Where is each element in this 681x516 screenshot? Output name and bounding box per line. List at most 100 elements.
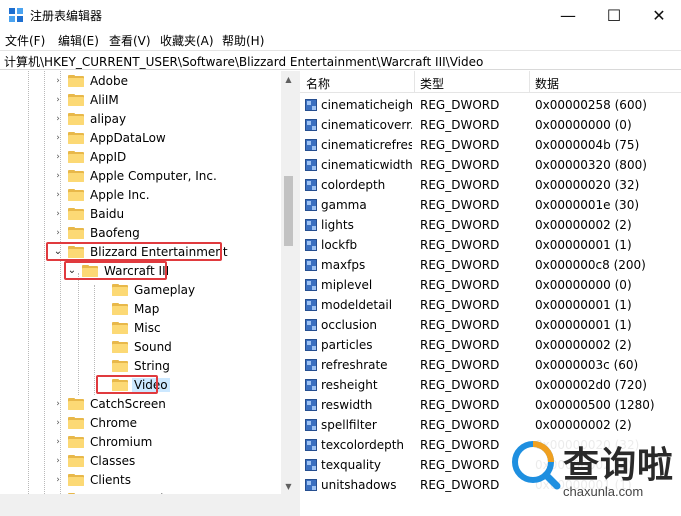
tree-item-label[interactable]: AppID	[88, 150, 128, 164]
tree-item[interactable]: › Apple Inc.	[52, 185, 152, 204]
address-bar[interactable]: 计算机\HKEY_CURRENT_USER\Software\Blizzard …	[0, 50, 681, 70]
table-row[interactable]: cinematicwidth REG_DWORD 0x00000320 (800)	[300, 155, 681, 175]
value-name: cinematicwidth	[321, 158, 412, 172]
reg-dword-icon	[305, 139, 317, 151]
table-row[interactable]: cinematicrefresh REG_DWORD 0x0000004b (75)	[300, 135, 681, 155]
close-button[interactable]: ✕	[636, 0, 681, 30]
tree-item[interactable]: Gameplay	[96, 280, 197, 299]
tree-item[interactable]: › Chrome	[52, 413, 139, 432]
chevron-right-icon[interactable]: ›	[52, 128, 64, 147]
chevron-right-icon[interactable]: ›	[52, 470, 64, 489]
tree-item-label[interactable]: Misc	[132, 321, 163, 335]
table-row[interactable]: colordepth REG_DWORD 0x00000020 (32)	[300, 175, 681, 195]
tree-item[interactable]: › Baofeng	[52, 223, 142, 242]
value-name: cinematicrefresh	[321, 138, 412, 152]
tree-item-label[interactable]: alipay	[88, 112, 128, 126]
table-row[interactable]: particles REG_DWORD 0x00000002 (2)	[300, 335, 681, 355]
chevron-right-icon[interactable]: ›	[52, 90, 64, 109]
tree-item-label[interactable]: Gameplay	[132, 283, 197, 297]
chevron-right-icon[interactable]: ›	[52, 109, 64, 128]
menu-edit[interactable]: 编辑(E)	[58, 32, 99, 49]
tree-item[interactable]: Map	[96, 299, 161, 318]
tree-item-label[interactable]: Clients	[88, 473, 133, 487]
tree-item[interactable]: › Baidu	[52, 204, 126, 223]
tree-item-label[interactable]: AppDataLow	[88, 131, 168, 145]
folder-icon	[68, 435, 84, 448]
tree-item[interactable]: › Chromium	[52, 432, 154, 451]
chevron-right-icon[interactable]: ›	[52, 166, 64, 185]
table-row[interactable]: occlusion REG_DWORD 0x00000001 (1)	[300, 315, 681, 335]
chevron-right-icon[interactable]: ›	[52, 223, 64, 242]
key-tree-pane[interactable]: › Adobe › AliIM › alipay › AppDataLow › AppID › App…	[0, 71, 296, 516]
tree-item-label[interactable]: Baofeng	[88, 226, 142, 240]
tree-vertical-scrollbar[interactable]: ▲ ▼	[281, 71, 296, 516]
table-row[interactable]: resheight REG_DWORD 0x000002d0 (720)	[300, 375, 681, 395]
scroll-thumb[interactable]	[284, 176, 293, 246]
table-row[interactable]: reswidth REG_DWORD 0x00000500 (1280)	[300, 395, 681, 415]
column-header-type[interactable]: 类型	[420, 75, 444, 92]
column-header-data[interactable]: 数据	[535, 75, 559, 92]
tree-item-label[interactable]: Adobe	[88, 74, 130, 88]
table-row[interactable]: cinematicheight REG_DWORD 0x00000258 (600)	[300, 95, 681, 115]
chevron-right-icon[interactable]: ›	[52, 147, 64, 166]
column-separator[interactable]	[414, 71, 415, 93]
folder-icon	[68, 112, 84, 125]
tree-item-label[interactable]: Chrome	[88, 416, 139, 430]
chevron-right-icon[interactable]: ›	[52, 185, 64, 204]
column-header-name[interactable]: 名称	[306, 75, 330, 92]
menu-view[interactable]: 查看(V)	[109, 32, 151, 49]
tree-item-label[interactable]: Map	[132, 302, 161, 316]
tree-item[interactable]: Misc	[96, 318, 163, 337]
scroll-up-arrow-icon[interactable]: ▲	[281, 71, 296, 87]
table-row[interactable]: refreshrate REG_DWORD 0x0000003c (60)	[300, 355, 681, 375]
tree-item[interactable]: String	[96, 356, 172, 375]
tree-item[interactable]: › Apple Computer, Inc.	[52, 166, 219, 185]
value-data: 0x0000004b (75)	[535, 138, 640, 152]
tree-item[interactable]: › AppID	[52, 147, 128, 166]
tree-item-label[interactable]: Baidu	[88, 207, 126, 221]
tree-item-label[interactable]: CatchScreen	[88, 397, 168, 411]
tree-item-label[interactable]: AliIM	[88, 93, 121, 107]
value-type: REG_DWORD	[420, 98, 500, 112]
tree-item[interactable]: › Adobe	[52, 71, 130, 90]
scroll-down-arrow-icon[interactable]: ▼	[281, 478, 296, 494]
tree-item[interactable]: Sound	[96, 337, 174, 356]
table-row[interactable]: lights REG_DWORD 0x00000002 (2)	[300, 215, 681, 235]
tree-item-label[interactable]: Sound	[132, 340, 174, 354]
table-row[interactable]: maxfps REG_DWORD 0x000000c8 (200)	[300, 255, 681, 275]
maximize-button[interactable]: ☐	[591, 0, 637, 30]
address-path[interactable]: 计算机\HKEY_CURRENT_USER\Software\Blizzard …	[4, 53, 483, 70]
tree-item[interactable]: › AppDataLow	[52, 128, 168, 147]
table-row[interactable]: modeldetail REG_DWORD 0x00000001 (1)	[300, 295, 681, 315]
menu-help[interactable]: 帮助(H)	[222, 32, 264, 49]
menu-file[interactable]: 文件(F)	[5, 32, 45, 49]
menu-favorites[interactable]: 收藏夹(A)	[160, 32, 214, 49]
chevron-right-icon[interactable]: ›	[52, 451, 64, 470]
tree-item[interactable]: › Classes	[52, 451, 137, 470]
table-row[interactable]: cinematicoverr... REG_DWORD 0x00000000 (0)	[300, 115, 681, 135]
tree-item-label[interactable]: Chromium	[88, 435, 154, 449]
value-data: 0x0000003c (60)	[535, 358, 639, 372]
value-type: REG_DWORD	[420, 138, 500, 152]
table-row[interactable]: miplevel REG_DWORD 0x00000000 (0)	[300, 275, 681, 295]
chevron-right-icon[interactable]: ›	[52, 71, 64, 90]
tree-horizontal-scrollbar[interactable]	[0, 494, 281, 516]
tree-item-label[interactable]: Classes	[88, 454, 137, 468]
column-separator[interactable]	[529, 71, 530, 93]
minimize-button[interactable]: —	[545, 0, 591, 30]
table-row[interactable]: gamma REG_DWORD 0x0000001e (30)	[300, 195, 681, 215]
tree-item[interactable]: › CatchScreen	[52, 394, 168, 413]
tree-item[interactable]: › alipay	[52, 109, 128, 128]
chevron-right-icon[interactable]: ›	[52, 413, 64, 432]
tree-item[interactable]: › AliIM	[52, 90, 121, 109]
chevron-right-icon[interactable]: ›	[52, 394, 64, 413]
tree-item-label[interactable]: Apple Inc.	[88, 188, 152, 202]
tree-item[interactable]: › Clients	[52, 470, 133, 489]
tree-item-label[interactable]: Apple Computer, Inc.	[88, 169, 219, 183]
chevron-right-icon[interactable]: ›	[52, 432, 64, 451]
chevron-right-icon[interactable]: ›	[52, 204, 64, 223]
tree-item-label[interactable]: String	[132, 359, 172, 373]
tree-guide-line	[94, 285, 95, 395]
table-row[interactable]: lockfb REG_DWORD 0x00000001 (1)	[300, 235, 681, 255]
